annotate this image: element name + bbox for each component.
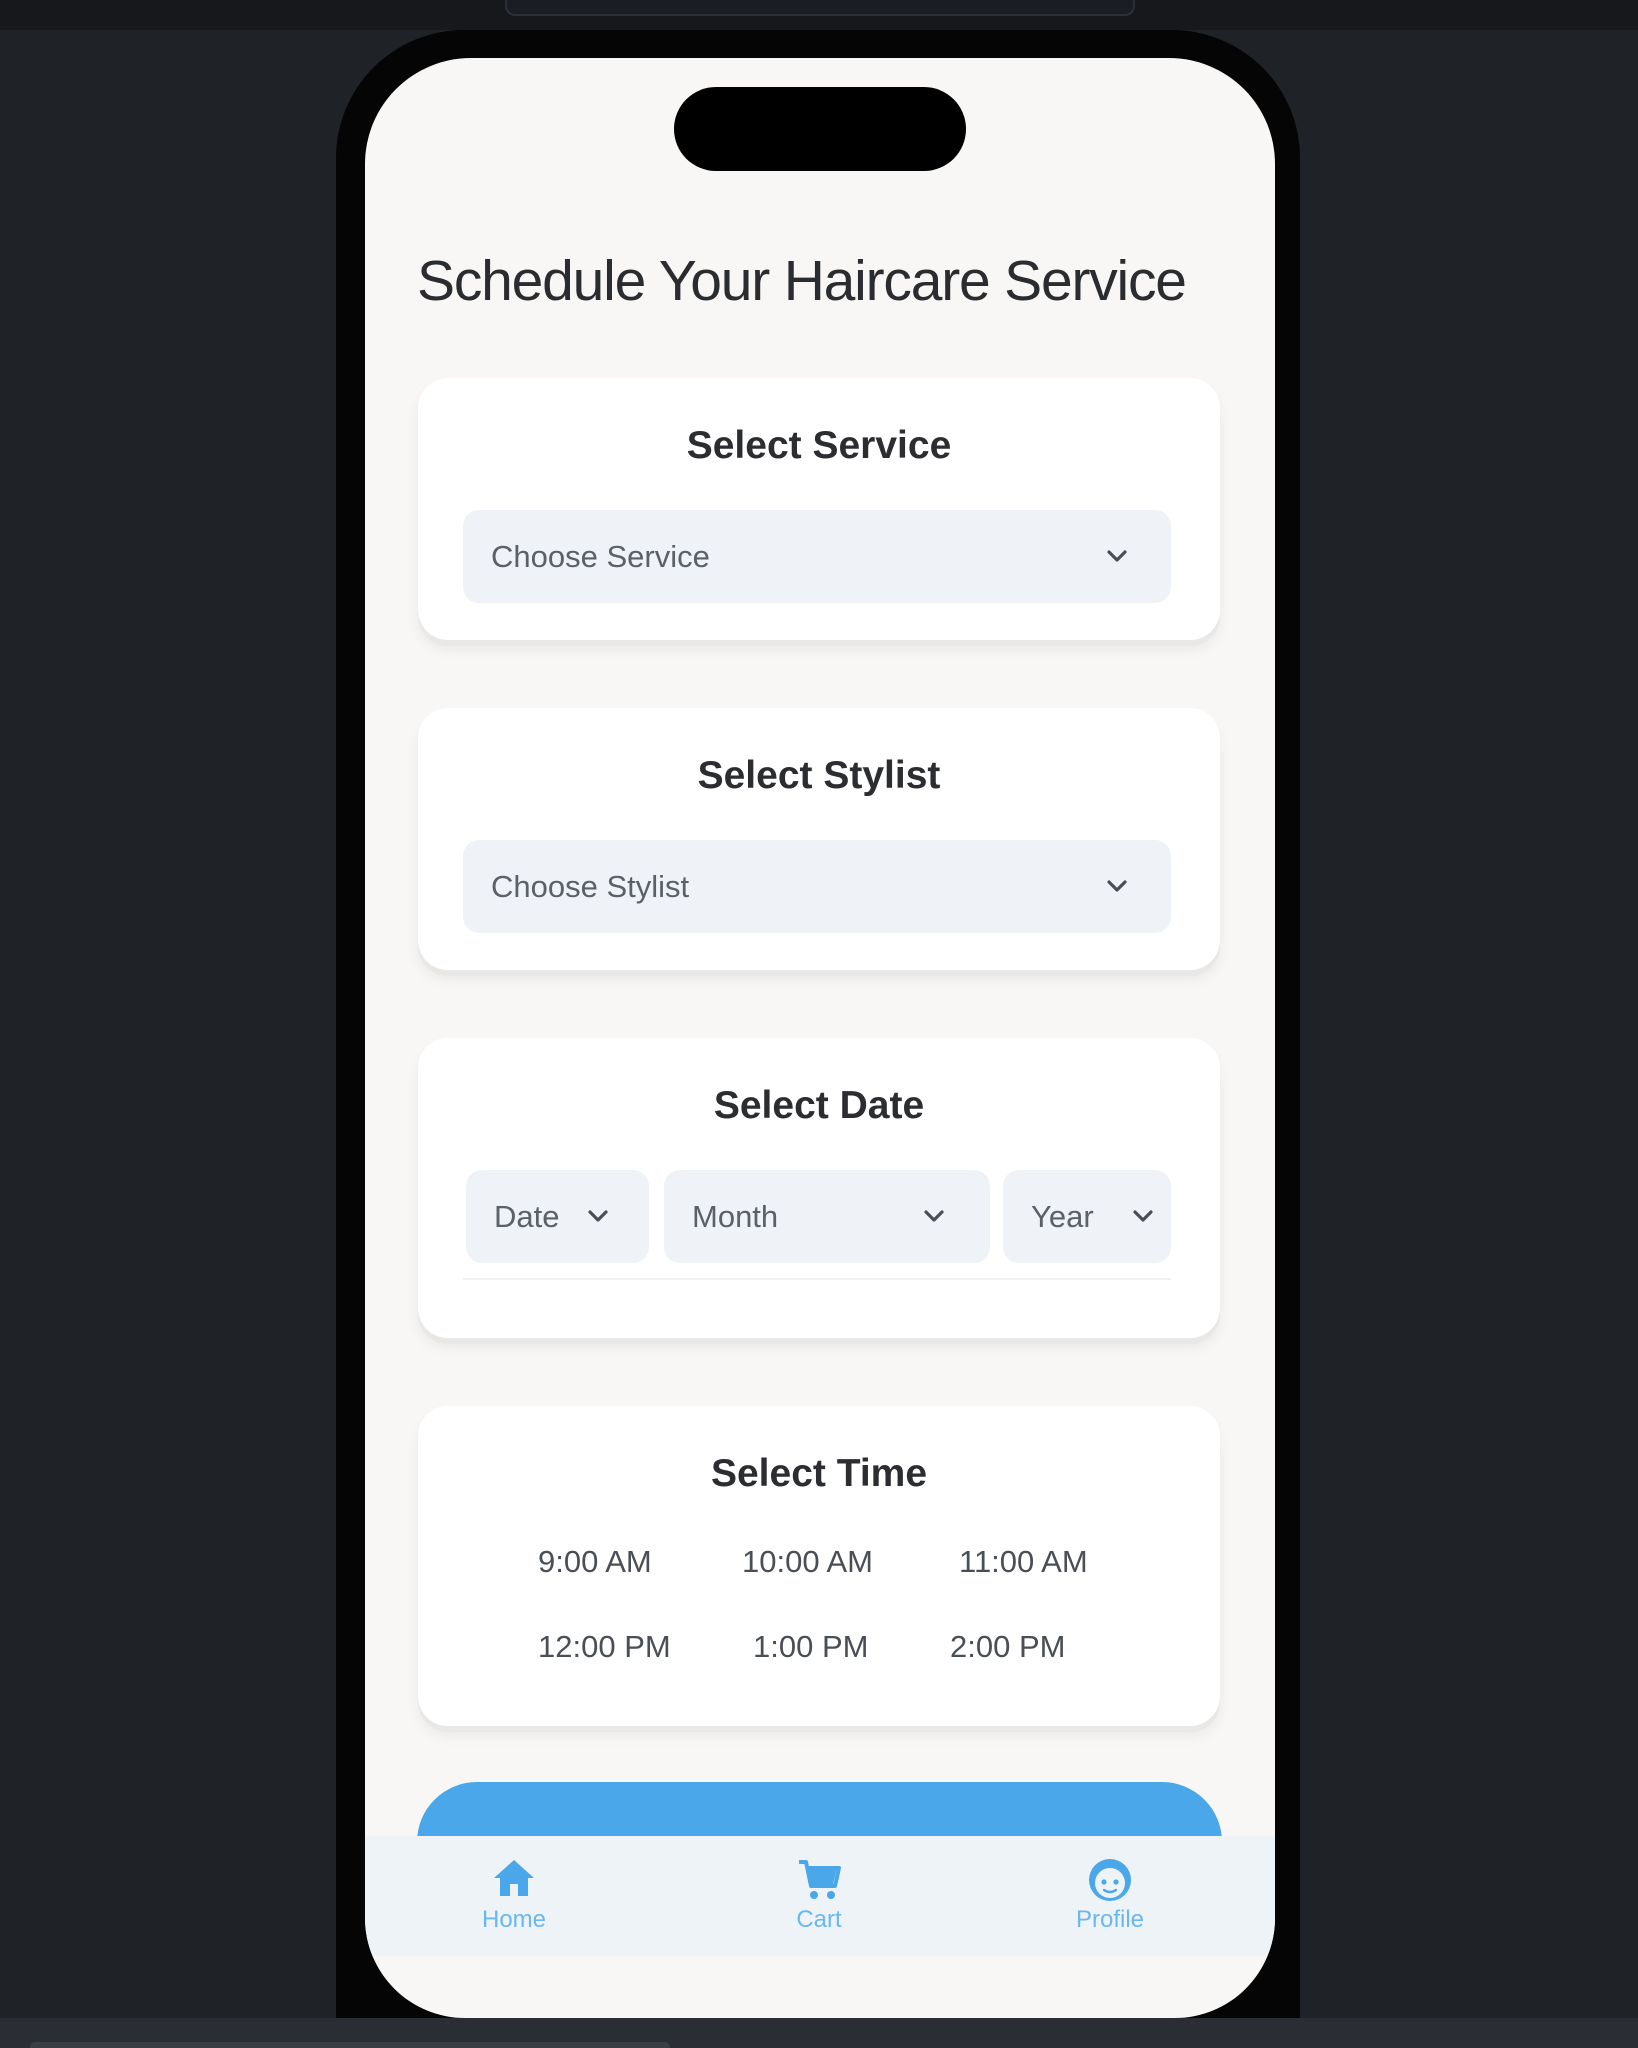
dynamic-island	[674, 87, 966, 171]
stylist-select[interactable]: Choose Stylist	[463, 840, 1171, 933]
service-heading: Select Service	[686, 424, 952, 467]
nav-label-cart: Cart	[796, 1906, 842, 1933]
chevron-down-icon	[588, 1210, 608, 1222]
date-day-select[interactable]: Date	[466, 1170, 649, 1263]
chevron-down-icon	[924, 1210, 944, 1222]
browser-bottom-bar	[0, 2018, 1638, 2048]
time-slot[interactable]: 9:00 AM	[538, 1544, 652, 1580]
stylist-heading: Select Stylist	[697, 754, 941, 797]
service-select-placeholder: Choose Service	[491, 538, 710, 574]
chevron-down-icon	[1107, 550, 1127, 562]
cart-icon	[799, 1860, 841, 1899]
time-heading: Select Time	[710, 1452, 928, 1495]
nav-item-home[interactable]: Home	[434, 1836, 594, 1956]
chevron-down-icon	[1133, 1210, 1153, 1222]
nav-label-profile: Profile	[1075, 1906, 1145, 1933]
date-day-placeholder: Date	[494, 1198, 560, 1234]
browser-top-bar	[0, 0, 1638, 30]
page-title: Schedule Your Haircare Service	[417, 249, 1187, 313]
phone-screen: Schedule Your Haircare Service Select Se…	[365, 58, 1275, 2018]
date-month-select[interactable]: Month	[664, 1170, 990, 1263]
nav-item-profile[interactable]: Profile	[1030, 1836, 1190, 1956]
date-divider	[463, 1278, 1171, 1280]
profile-icon	[1089, 1859, 1131, 1901]
time-slot[interactable]: 10:00 AM	[742, 1544, 873, 1580]
bottom-nav: Home Cart Profile	[365, 1836, 1275, 1956]
browser-tab[interactable]	[505, 0, 1135, 16]
chevron-down-icon	[1107, 880, 1127, 892]
time-card: Select Time 9:00 AM 10:00 AM 11:00 AM 12…	[418, 1406, 1220, 1726]
stylist-card: Select Stylist Choose Stylist	[418, 708, 1220, 970]
nav-item-cart[interactable]: Cart	[739, 1836, 899, 1956]
date-year-select[interactable]: Year	[1003, 1170, 1171, 1263]
date-heading: Select Date	[713, 1084, 925, 1127]
stylist-select-placeholder: Choose Stylist	[491, 868, 690, 904]
time-slot[interactable]: 12:00 PM	[538, 1629, 671, 1665]
service-select[interactable]: Choose Service	[463, 510, 1171, 603]
service-card: Select Service Choose Service	[418, 378, 1220, 640]
home-icon	[494, 1860, 534, 1896]
date-card: Select Date Date Month Year	[418, 1038, 1220, 1338]
time-slot[interactable]: 2:00 PM	[950, 1629, 1065, 1665]
time-slot[interactable]: 11:00 AM	[959, 1544, 1088, 1580]
date-year-placeholder: Year	[1031, 1198, 1094, 1234]
time-slot[interactable]: 1:00 PM	[753, 1629, 868, 1665]
nav-label-home: Home	[481, 1906, 547, 1933]
date-month-placeholder: Month	[692, 1198, 779, 1234]
scrollbar[interactable]	[30, 2042, 670, 2048]
